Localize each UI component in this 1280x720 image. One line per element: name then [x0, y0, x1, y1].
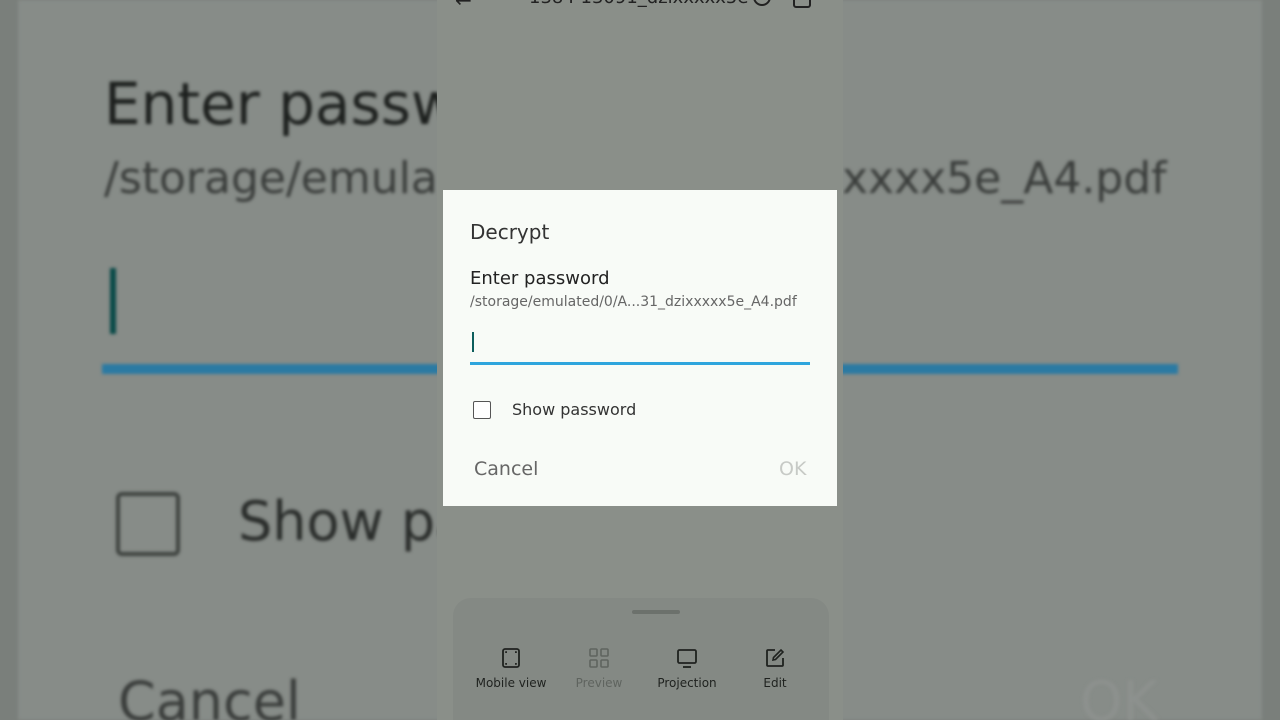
back-arrow-icon[interactable]: ←	[455, 0, 472, 12]
edit-icon	[766, 648, 785, 667]
background-cancel: Cancel	[118, 670, 301, 720]
drag-handle[interactable]	[632, 610, 680, 614]
password-input[interactable]	[470, 320, 810, 365]
projection-label: Projection	[657, 676, 717, 690]
background-ok: OK	[1080, 670, 1158, 720]
show-password-row[interactable]: Show password	[473, 398, 673, 424]
preview-label: Preview	[575, 676, 623, 690]
top-app-bar: ← 1384 13091_dzixxxxx5e	[437, 0, 843, 12]
decrypt-dialog: Decrypt Enter password /storage/emulated…	[443, 190, 837, 506]
mobile-view-button[interactable]: Mobile view	[467, 646, 555, 690]
file-path: /storage/emulated/0/A...31_dzixxxxx5e_A4…	[470, 294, 797, 310]
grid-icon	[589, 648, 609, 668]
edit-label: Edit	[763, 676, 787, 690]
background-title: Enter passw	[104, 70, 459, 138]
background-path-start: /storage/emula	[104, 153, 438, 204]
menu-icon[interactable]	[793, 0, 811, 8]
ok-button[interactable]: OK	[779, 458, 806, 480]
document-filename: 1384 13091_dzixxxxx5e	[529, 0, 748, 8]
cancel-button[interactable]: Cancel	[474, 458, 538, 480]
mobile-view-icon	[502, 648, 520, 668]
mobile-view-label: Mobile view	[475, 676, 547, 690]
bottom-action-sheet: Mobile view Preview Projection Edit	[453, 598, 829, 720]
password-prompt: Enter password	[470, 268, 610, 289]
background-checkbox	[116, 492, 180, 556]
background-show-label: Show pa	[238, 490, 469, 553]
monitor-icon	[677, 649, 697, 668]
show-password-checkbox[interactable]	[473, 401, 491, 419]
background-path-end: xxxx5e_A4.pdf	[842, 153, 1167, 204]
background-cursor	[110, 268, 116, 334]
dialog-title: Decrypt	[470, 220, 550, 244]
edit-button[interactable]: Edit	[731, 646, 819, 690]
search-icon[interactable]	[753, 0, 771, 6]
text-cursor	[472, 332, 474, 352]
phone-screen: ← 1384 13091_dzixxxxx5e Decrypt Enter pa…	[437, 0, 843, 720]
show-password-label: Show password	[512, 400, 637, 419]
projection-button[interactable]: Projection	[643, 646, 731, 690]
preview-button[interactable]: Preview	[555, 646, 643, 690]
